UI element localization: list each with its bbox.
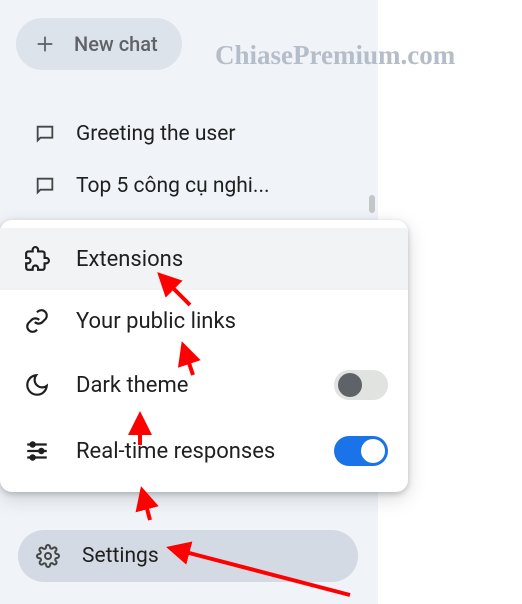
settings-label: Settings: [82, 544, 159, 568]
watermark-text: ChiasePremium.com: [215, 40, 455, 71]
menu-item-realtime[interactable]: Real-time responses: [0, 418, 408, 484]
sliders-icon: [24, 438, 50, 464]
menu-label: Your public links: [76, 309, 388, 334]
menu-item-dark-theme[interactable]: Dark theme: [0, 352, 408, 418]
moon-icon: [24, 372, 50, 398]
menu-label: Extensions: [76, 247, 388, 272]
chat-bubble-icon: [34, 123, 56, 145]
scrollbar-thumb[interactable]: [369, 195, 375, 213]
chat-bubble-icon: [34, 175, 56, 197]
gear-icon: [36, 544, 60, 568]
recent-chat-item[interactable]: Top 5 công cụ nghi...: [16, 160, 362, 212]
puzzle-icon: [24, 246, 50, 272]
recent-chat-item[interactable]: Greeting the user: [16, 108, 362, 160]
menu-label: Real-time responses: [76, 439, 308, 464]
menu-item-public-links[interactable]: Your public links: [0, 290, 408, 352]
menu-label: Dark theme: [76, 373, 308, 398]
recent-chat-label: Greeting the user: [76, 122, 236, 146]
recent-chat-label: Top 5 công cụ nghi...: [76, 174, 270, 198]
plus-icon: [34, 33, 56, 55]
realtime-toggle[interactable]: [334, 436, 388, 466]
menu-item-extensions[interactable]: Extensions: [0, 228, 408, 290]
new-chat-button[interactable]: New chat: [16, 18, 182, 70]
settings-button[interactable]: Settings: [18, 530, 358, 582]
link-icon: [24, 308, 50, 334]
dark-theme-toggle[interactable]: [334, 370, 388, 400]
new-chat-label: New chat: [74, 32, 158, 56]
settings-menu: Extensions Your public links Dark theme …: [0, 220, 408, 492]
